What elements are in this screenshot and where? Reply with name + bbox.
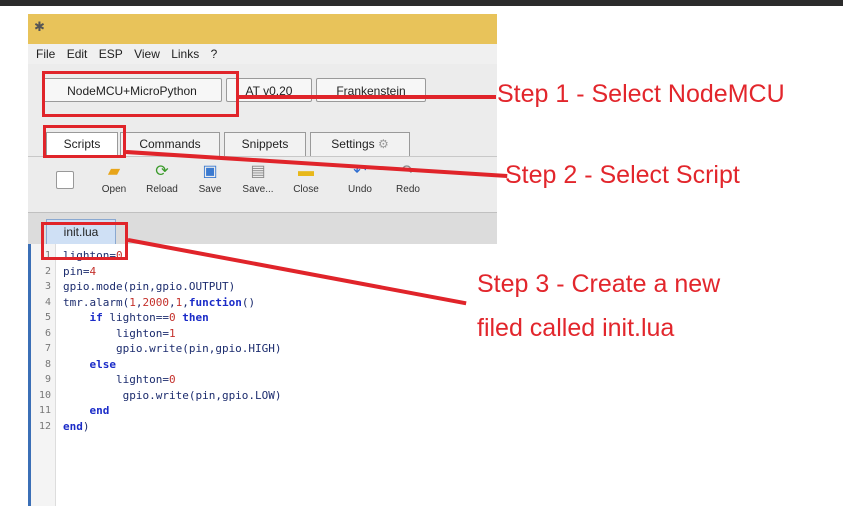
- tab-snippets[interactable]: Snippets: [224, 132, 306, 156]
- line-number: 2: [44, 265, 51, 277]
- open-button[interactable]: ▰ Open: [90, 163, 138, 207]
- code-line: gpio.write(pin,gpio.HIGH): [63, 342, 282, 355]
- code-line: gpio.mode(pin,gpio.OUTPUT): [63, 280, 236, 293]
- menu-links[interactable]: Links: [171, 44, 199, 64]
- code-line: if lighton==0 then: [89, 311, 209, 324]
- menu-esp[interactable]: ESP: [99, 44, 123, 64]
- highlight-box-scripts: [43, 125, 126, 158]
- tab-settings-label: Settings: [331, 137, 375, 151]
- connector-step1: [239, 95, 496, 99]
- save-icon: ▣: [202, 163, 218, 180]
- code-line: lighton=0: [63, 373, 176, 386]
- line-number: 10: [38, 389, 51, 401]
- code-line: pin=4: [63, 264, 97, 278]
- close-label: Close: [293, 184, 319, 195]
- top-border: [0, 0, 843, 6]
- code-editor[interactable]: 1 lighton=0 2 pin=4 3 gpio.mode(pin,gpio.OUTP…: [28, 244, 497, 506]
- redo-label: Redo: [396, 184, 420, 195]
- highlight-box-init-lua: [41, 222, 128, 260]
- open-folder-icon: ▰: [107, 163, 121, 180]
- code-line: end): [63, 419, 90, 433]
- line-number: 5: [44, 312, 51, 323]
- highlight-box-nodemcu: [42, 71, 239, 117]
- undo-label: Undo: [348, 184, 372, 195]
- title-bar: ✱: [28, 14, 497, 44]
- menu-file[interactable]: File: [36, 44, 55, 64]
- reload-label: Reload: [146, 184, 178, 195]
- select-checkbox[interactable]: [56, 171, 74, 189]
- line-number: 11: [38, 405, 51, 416]
- save-label: Save: [198, 184, 222, 195]
- menu-help[interactable]: ?: [211, 44, 218, 64]
- menu-view[interactable]: View: [134, 44, 160, 64]
- line-number: 3: [44, 281, 51, 292]
- line-number: 4: [44, 296, 51, 308]
- wrench-icon: ⚙: [377, 137, 389, 151]
- save-as-label: Save...: [242, 184, 274, 195]
- save-button[interactable]: ▣ Save: [186, 163, 234, 207]
- code-line: lighton=1: [63, 326, 176, 340]
- save-as-button[interactable]: ▤ Save...: [234, 163, 282, 207]
- code-line: gpio.write(pin,gpio.LOW): [63, 388, 282, 402]
- script-toolbar: ▰ Open ⟳ Reload ▣ Save ▤ Save... ▬ Close…: [28, 156, 497, 213]
- open-label: Open: [101, 184, 127, 195]
- step3-label-line1: Step 3 - Create a new: [477, 270, 721, 298]
- close-button[interactable]: ▬ Close: [282, 163, 330, 207]
- code-line: end: [89, 404, 110, 417]
- step1-label: Step 1 - Select NodeMCU: [497, 80, 785, 108]
- line-number: 9: [44, 374, 51, 385]
- code-line: else: [89, 357, 117, 371]
- line-number: 12: [38, 420, 51, 432]
- step2-label: Step 2 - Select Script: [505, 161, 740, 189]
- menu-bar: File Edit ESP View Links ?: [28, 44, 497, 64]
- line-number: 7: [44, 343, 51, 354]
- step3-label-line2: filed called init.lua: [477, 314, 675, 342]
- menu-edit[interactable]: Edit: [67, 44, 88, 64]
- reload-icon: ⟳: [155, 163, 169, 180]
- line-number: 8: [44, 358, 51, 370]
- tab-settings[interactable]: Settings ⚙: [310, 132, 410, 156]
- save-as-icon: ▤: [250, 163, 266, 180]
- code-line: tmr.alarm(1,2000,1,function(): [63, 295, 256, 309]
- line-number: 6: [44, 327, 51, 339]
- app-icon: ✱: [34, 19, 45, 34]
- reload-button[interactable]: ⟳ Reload: [138, 163, 186, 207]
